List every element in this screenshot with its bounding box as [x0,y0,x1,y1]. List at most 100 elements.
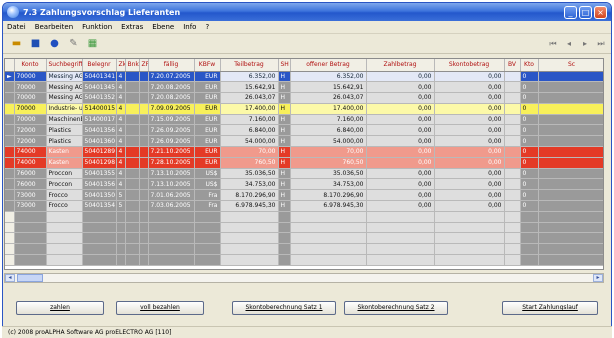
table-cell[interactable] [139,200,149,212]
next-record-icon[interactable]: ▸ [579,36,591,51]
table-cell[interactable] [504,146,521,158]
scroll-left-icon[interactable]: ◂ [5,274,15,282]
horizontal-scrollbar[interactable]: ◂ ▸ [4,273,604,283]
table-cell[interactable]: 6.840,00 [220,124,279,137]
menu-extras[interactable]: Extras [121,23,143,31]
table-cell[interactable] [125,114,140,126]
table-cell[interactable] [148,254,195,266]
table-cell[interactable]: 0,00 [366,135,435,148]
table-cell[interactable] [139,222,149,234]
table-cell[interactable]: 8.170.296,90 [220,189,279,202]
table-cell[interactable]: H [278,135,291,148]
table-cell[interactable]: 0,00 [434,103,505,115]
table-cell[interactable]: H [278,200,291,212]
table-cell[interactable] [520,211,539,223]
table-cell[interactable] [14,211,47,223]
table-cell[interactable] [148,222,195,234]
table-cell[interactable] [520,232,539,245]
table-cell[interactable]: 70,00 [220,146,279,158]
table-cell[interactable] [116,222,126,234]
table-cell[interactable]: 7.160,00 [220,114,279,126]
column-header[interactable]: Kto [520,59,539,72]
table-cell[interactable]: H [278,189,291,202]
table-cell[interactable]: 0 [520,103,539,115]
table-cell[interactable]: 50401360 [82,135,117,148]
table-cell[interactable] [504,71,521,83]
table-cell[interactable]: 0 [520,146,539,158]
table-cell[interactable]: 26.043,07 [290,92,367,104]
table-cell[interactable] [125,146,140,158]
menu-help[interactable]: ? [205,23,209,31]
table-cell[interactable] [278,232,291,245]
table-cell[interactable]: 15.642,91 [290,81,367,94]
table-cell[interactable]: EUR [194,146,221,158]
table-cell[interactable] [46,243,83,256]
row-selector[interactable] [5,92,15,104]
table-cell[interactable]: 0 [520,178,539,191]
table-cell[interactable] [538,135,603,148]
table-cell[interactable] [504,178,521,191]
table-cell[interactable]: 7.13.10.2005 [148,178,195,191]
table-row[interactable]: 70000Maschinenb.514000174 7.15.09.2005EUR… [5,114,603,126]
table-cell[interactable]: 0,00 [434,178,505,191]
table-cell[interactable]: 4 [116,168,126,180]
table-cell[interactable] [538,232,603,245]
table-cell[interactable]: 0,00 [434,71,505,83]
table-cell[interactable] [125,254,140,266]
table-cell[interactable]: Kasten [46,146,83,158]
table-cell[interactable] [538,178,603,191]
row-selector[interactable] [5,232,15,245]
table-cell[interactable]: 0,00 [434,135,505,148]
table-row[interactable] [5,222,603,234]
table-cell[interactable]: 0,00 [434,124,505,137]
table-cell[interactable]: 0 [520,157,539,169]
table-cell[interactable] [14,222,47,234]
table-cell[interactable] [538,200,603,212]
table-cell[interactable] [125,81,140,94]
table-cell[interactable]: 7.21.10.2005 [148,146,195,158]
table-cell[interactable] [46,254,83,266]
table-cell[interactable] [139,189,149,202]
table-cell[interactable] [139,81,149,94]
row-selector[interactable] [5,81,15,94]
table-cell[interactable]: 51400015 [82,103,117,115]
table-cell[interactable] [148,232,195,245]
table-cell[interactable]: Messing AG [46,81,83,94]
table-cell[interactable]: 0 [520,124,539,137]
table-cell[interactable]: 54.000,00 [290,135,367,148]
table-cell[interactable]: Fra [194,200,221,212]
row-selector[interactable] [5,157,15,169]
table-cell[interactable]: 70000 [14,81,47,94]
table-cell[interactable]: Plastics [46,124,83,137]
table-cell[interactable] [290,232,367,245]
previous-record-icon[interactable]: ◂ [563,36,575,51]
table-cell[interactable] [82,222,117,234]
table-cell[interactable]: 26.043,07 [220,92,279,104]
table-cell[interactable] [366,211,435,223]
table-cell[interactable]: Kasten [46,157,83,169]
table-cell[interactable]: 6.978.945,30 [220,200,279,212]
table-cell[interactable] [82,232,117,245]
table-cell[interactable] [139,146,149,158]
calculator-icon[interactable]: ▦ [85,36,100,51]
table-cell[interactable] [139,114,149,126]
row-selector[interactable] [5,168,15,180]
table-cell[interactable]: H [278,178,291,191]
table-cell[interactable]: 0,00 [366,168,435,180]
table-cell[interactable]: EUR [194,124,221,137]
table-cell[interactable] [125,243,140,256]
table-cell[interactable] [139,243,149,256]
table-cell[interactable]: 0 [520,81,539,94]
table-cell[interactable] [434,232,505,245]
table-cell[interactable]: 4 [116,92,126,104]
table-cell[interactable]: 4 [116,146,126,158]
column-header[interactable]: SH [278,59,291,72]
table-cell[interactable]: Industrie- u. [46,103,83,115]
column-header[interactable]: fällig [148,59,195,72]
discount-rate-1-button[interactable]: Skontoberechnung Satz 1 [232,301,336,315]
table-cell[interactable] [139,135,149,148]
table-cell[interactable]: 50401298 [82,157,117,169]
table-cell[interactable] [116,254,126,266]
table-cell[interactable]: 34.753,00 [220,178,279,191]
table-cell[interactable] [504,189,521,202]
